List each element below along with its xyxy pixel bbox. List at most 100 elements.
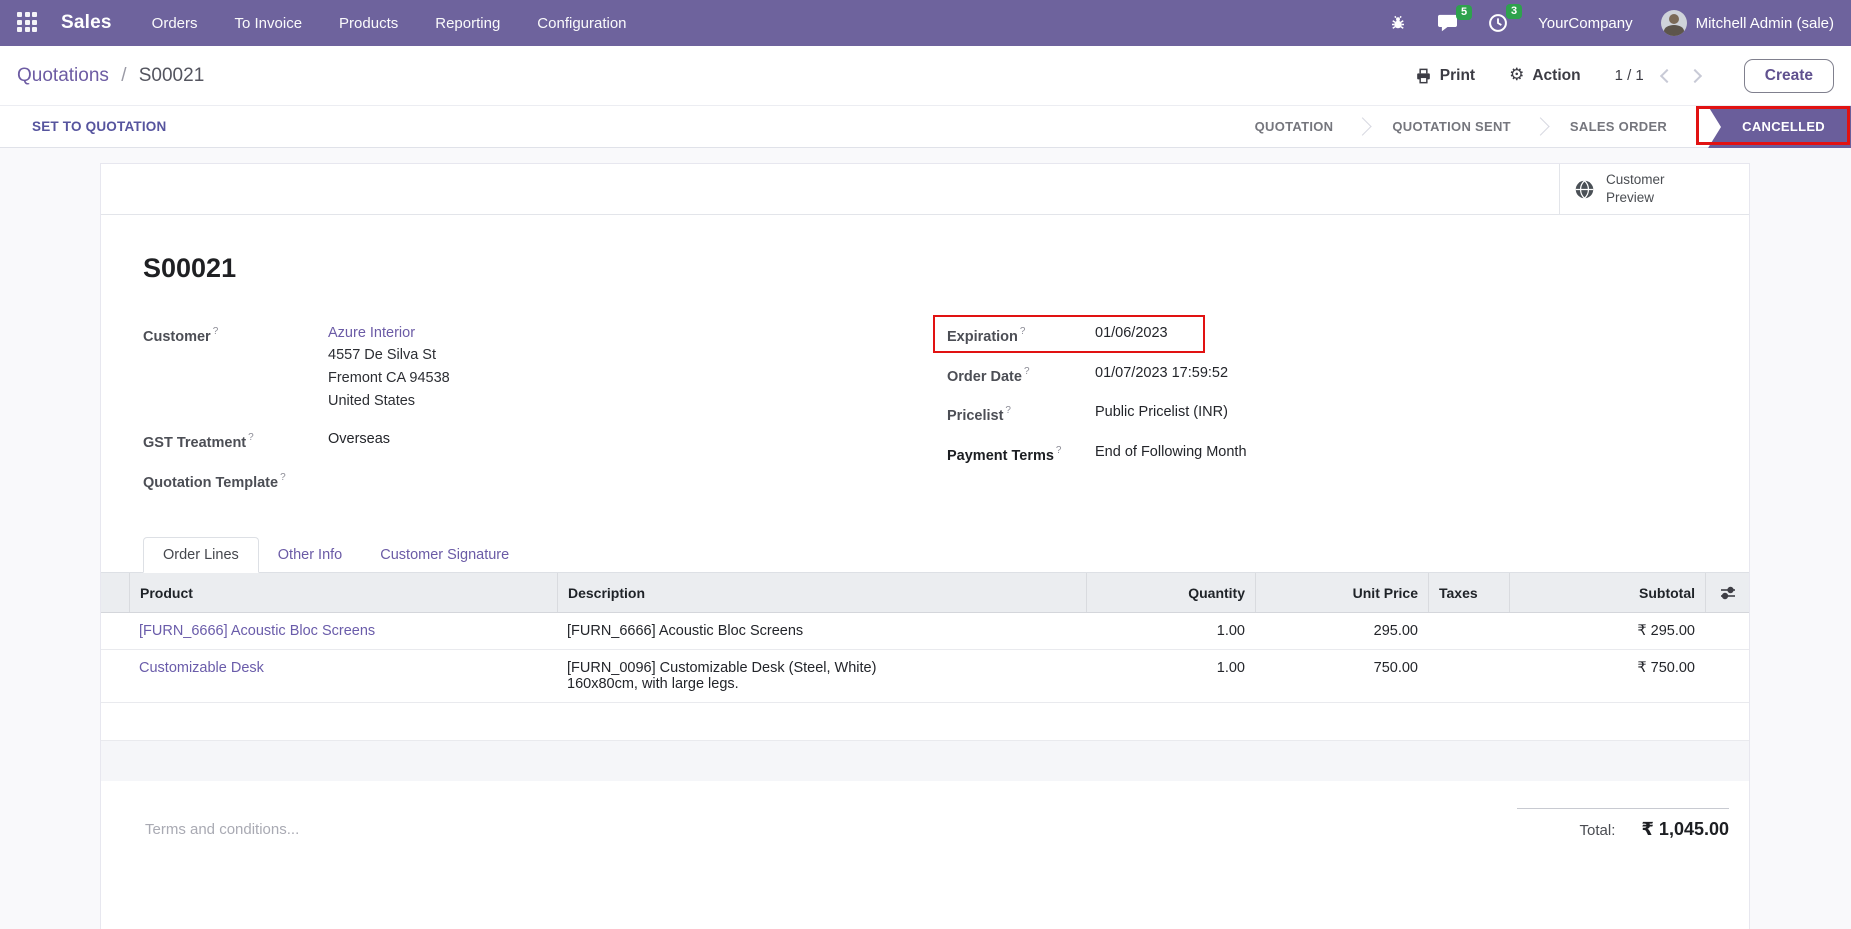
breadcrumb-current: S00021 (139, 65, 205, 86)
row-subtotal: ₹ 750.00 (1509, 650, 1705, 702)
user-menu[interactable]: Mitchell Admin (sale) (1661, 10, 1834, 36)
product-link[interactable]: [FURN_6666] Acoustic Bloc Screens (139, 623, 375, 639)
stage-pipeline: QUOTATION QUOTATION SENT SALES ORDER CAN… (1228, 106, 1851, 147)
print-button[interactable]: Print (1415, 67, 1475, 85)
messages-badge: 5 (1456, 5, 1472, 20)
table-row[interactable]: [FURN_6666] Acoustic Bloc Screens [FURN_… (101, 613, 1749, 650)
breadcrumb-quotations[interactable]: Quotations (17, 65, 109, 86)
tab-order-lines[interactable]: Order Lines (143, 537, 259, 573)
field-label-gst: GST Treatment? (143, 428, 328, 454)
table-row[interactable]: Customizable Desk [FURN_0096] Customizab… (101, 650, 1749, 703)
expiration-value[interactable]: 01/06/2023 (1095, 322, 1168, 348)
row-unit-price: 295.00 (1255, 613, 1428, 649)
field-label-customer: Customer? (143, 322, 328, 413)
menu-configuration[interactable]: Configuration (537, 15, 626, 32)
pager-previous-icon[interactable] (1660, 68, 1674, 82)
tab-other-info[interactable]: Other Info (259, 538, 361, 572)
stage-cancelled-active[interactable]: CANCELLED (1708, 106, 1851, 148)
menu-orders[interactable]: Orders (152, 15, 198, 32)
customer-preview-button[interactable]: Customer Preview (1559, 164, 1749, 214)
row-description: [FURN_6666] Acoustic Bloc Screens (557, 613, 1086, 649)
pager: 1 / 1 (1615, 67, 1700, 84)
apps-grid-icon[interactable] (17, 12, 39, 34)
total-label: Total: (1580, 822, 1616, 839)
empty-table-row (101, 703, 1749, 741)
pager-next-icon[interactable] (1688, 68, 1702, 82)
app-brand[interactable]: Sales (61, 12, 112, 34)
stage-quotation-sent[interactable]: QUOTATION SENT (1365, 119, 1538, 134)
button-box: Customer Preview (101, 164, 1749, 215)
field-payment-terms: Payment Terms? End of Following Month (947, 441, 1707, 467)
activities-clock-icon[interactable]: 3 (1488, 13, 1508, 33)
nav-menu: Orders To Invoice Products Reporting Con… (152, 15, 627, 32)
menu-products[interactable]: Products (339, 15, 398, 32)
stage-arrow-notch (1708, 106, 1721, 148)
help-icon: ? (1024, 366, 1030, 377)
menu-reporting[interactable]: Reporting (435, 15, 500, 32)
help-icon: ? (1005, 405, 1011, 416)
stage-sales-order[interactable]: SALES ORDER (1543, 119, 1694, 134)
handle-column-header (101, 573, 129, 612)
top-nav: Sales Orders To Invoice Products Reporti… (0, 0, 1851, 46)
notebook-tabs: Order Lines Other Info Customer Signatur… (101, 537, 1749, 573)
tab-customer-signature[interactable]: Customer Signature (361, 538, 528, 572)
header-quantity: Quantity (1086, 573, 1255, 612)
optional-columns-button[interactable] (1705, 573, 1749, 612)
product-link[interactable]: Customizable Desk (139, 660, 264, 676)
header-taxes: Taxes (1428, 573, 1509, 612)
pager-counter: 1 / 1 (1615, 67, 1644, 84)
gst-value[interactable]: Overseas (328, 428, 390, 454)
set-to-quotation-button[interactable]: SET TO QUOTATION (32, 119, 166, 134)
user-name: Mitchell Admin (sale) (1696, 15, 1834, 32)
header-description: Description (557, 573, 1086, 612)
company-switcher[interactable]: YourCompany (1538, 15, 1633, 32)
field-label-pricelist: Pricelist? (947, 401, 1095, 427)
field-quotation-template: Quotation Template? (143, 468, 947, 494)
help-icon: ? (280, 472, 286, 483)
total-value: ₹ 1,045.00 (1641, 819, 1729, 840)
field-expiration: Expiration? 01/06/2023 (947, 322, 1707, 348)
control-panel: Quotations / S00021 Print ⚙ Action 1 / 1… (0, 46, 1851, 106)
field-pricelist: Pricelist? Public Pricelist (INR) (947, 401, 1707, 427)
user-avatar (1661, 10, 1687, 36)
messages-icon[interactable]: 5 (1437, 14, 1458, 33)
payment-terms-value[interactable]: End of Following Month (1095, 441, 1247, 467)
empty-table-row-striped (101, 741, 1749, 781)
terms-and-conditions-input[interactable]: Terms and conditions... (145, 808, 945, 840)
activities-badge: 3 (1506, 4, 1522, 19)
sliders-icon (1720, 585, 1736, 601)
help-icon: ? (1020, 326, 1026, 337)
row-taxes (1428, 613, 1509, 649)
content-area: Customer Preview S00021 Customer? Azure … (0, 148, 1851, 929)
row-handle[interactable] (101, 613, 129, 649)
action-button[interactable]: ⚙ Action (1509, 67, 1580, 85)
field-label-payment-terms: Payment Terms? (947, 441, 1095, 467)
row-unit-price: 750.00 (1255, 650, 1428, 702)
field-label-order-date: Order Date? (947, 362, 1095, 388)
help-icon: ? (213, 326, 219, 337)
gear-icon: ⚙ (1509, 67, 1524, 84)
header-product: Product (129, 573, 557, 612)
table-header-row: Product Description Quantity Unit Price … (101, 573, 1749, 613)
row-quantity: 1.00 (1086, 650, 1255, 702)
stage-quotation[interactable]: QUOTATION (1228, 119, 1361, 134)
menu-to-invoice[interactable]: To Invoice (235, 15, 303, 32)
globe-icon (1574, 179, 1595, 200)
help-icon: ? (248, 432, 254, 443)
statusbar: SET TO QUOTATION QUOTATION QUOTATION SEN… (0, 106, 1851, 148)
sheet-footer: Terms and conditions... Total: ₹ 1,045.0… (101, 808, 1749, 840)
breadcrumb: Quotations / S00021 (17, 65, 204, 87)
create-button[interactable]: Create (1744, 59, 1834, 93)
order-date-value[interactable]: 01/07/2023 17:59:52 (1095, 362, 1228, 388)
help-icon: ? (1056, 445, 1062, 456)
row-handle[interactable] (101, 650, 129, 702)
header-subtotal: Subtotal (1509, 573, 1705, 612)
pricelist-value[interactable]: Public Pricelist (INR) (1095, 401, 1228, 427)
row-subtotal: ₹ 295.00 (1509, 613, 1705, 649)
header-unit-price: Unit Price (1255, 573, 1428, 612)
field-label-expiration: Expiration? (947, 322, 1095, 348)
bug-icon[interactable] (1389, 14, 1407, 32)
customer-address-line: United States (328, 390, 450, 413)
customer-link[interactable]: Azure Interior (328, 322, 450, 344)
field-order-date: Order Date? 01/07/2023 17:59:52 (947, 362, 1707, 388)
